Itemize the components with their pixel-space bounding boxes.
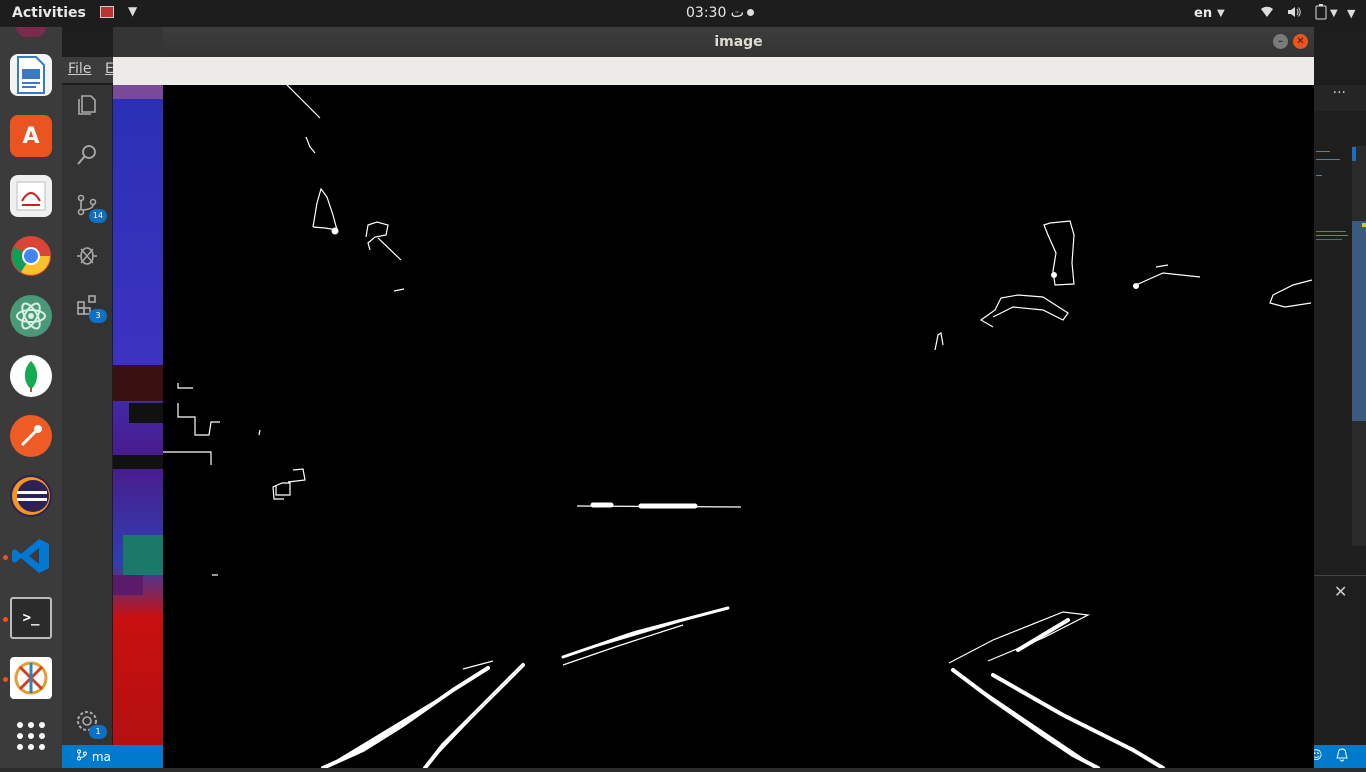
partial-app-icon[interactable] bbox=[16, 27, 46, 37]
panel-close-icon[interactable]: ✕ bbox=[1334, 582, 1347, 601]
search-icon[interactable] bbox=[75, 143, 99, 167]
running-indicator bbox=[3, 677, 8, 682]
app-menu-icon[interactable] bbox=[100, 6, 114, 18]
background-glitch-region bbox=[113, 85, 163, 768]
dock: A >_ bbox=[0, 27, 62, 768]
vscode-activity-bar: 14 3 1 bbox=[62, 85, 112, 745]
edge-detection-image bbox=[163, 84, 1313, 770]
debug-icon[interactable] bbox=[75, 243, 99, 267]
explorer-icon[interactable] bbox=[75, 93, 99, 117]
activities-button[interactable]: Activities bbox=[12, 5, 86, 21]
git-branch[interactable]: ma bbox=[76, 749, 111, 764]
notifications-bell-icon[interactable] bbox=[1336, 748, 1348, 765]
running-indicator bbox=[3, 555, 8, 560]
source-control-badge: 14 bbox=[89, 209, 107, 223]
vscode-panel: ✕ bbox=[1314, 575, 1366, 746]
volume-icon[interactable] bbox=[1286, 4, 1302, 24]
background-window-titlebar bbox=[113, 27, 163, 57]
show-applications-icon[interactable] bbox=[10, 715, 52, 757]
editor-tabs-more[interactable]: ··· bbox=[1314, 85, 1366, 111]
vscode-icon[interactable] bbox=[10, 535, 52, 577]
image-window-toolbar bbox=[163, 57, 1314, 86]
document-viewer-icon[interactable] bbox=[10, 175, 52, 217]
settings-gear-icon[interactable]: 1 bbox=[75, 709, 107, 739]
top-bar: Activities ▼ 03:30 ت en ▼ ▼ ▼ bbox=[0, 0, 1366, 27]
extensions-badge: 3 bbox=[89, 309, 107, 323]
notification-dot-icon bbox=[747, 9, 754, 16]
ubuntu-software-icon[interactable]: A bbox=[10, 115, 52, 157]
libreoffice-writer-icon[interactable] bbox=[10, 54, 52, 96]
mongodb-compass-icon[interactable] bbox=[10, 355, 52, 397]
atom-icon[interactable] bbox=[10, 295, 52, 337]
scrollbar-thumb[interactable] bbox=[1352, 221, 1366, 421]
close-button[interactable]: ✕ bbox=[1293, 34, 1308, 49]
battery-icon[interactable] bbox=[1314, 4, 1328, 24]
system-menu-chevron-icon[interactable]: ▼ bbox=[1347, 7, 1355, 20]
menu-file[interactable]: File bbox=[68, 61, 91, 77]
terminal-icon[interactable]: >_ bbox=[10, 597, 52, 639]
language-indicator[interactable]: en bbox=[1194, 6, 1212, 21]
git-branch-icon bbox=[77, 749, 87, 761]
running-indicator bbox=[3, 617, 8, 622]
window-title: image bbox=[714, 34, 763, 50]
git-branch-label: ma bbox=[91, 750, 111, 764]
minimize-button[interactable]: – bbox=[1273, 34, 1288, 49]
chevron-down-icon[interactable]: ▼ bbox=[1330, 8, 1338, 19]
extensions-icon[interactable]: 3 bbox=[75, 293, 107, 323]
settings-badge: 1 bbox=[89, 725, 107, 739]
vscode-menubar: File E bbox=[62, 57, 114, 83]
source-control-icon[interactable]: 14 bbox=[75, 193, 107, 223]
editor-minimap-region bbox=[1314, 111, 1366, 575]
wifi-icon[interactable] bbox=[1259, 4, 1275, 24]
image-window: image – ✕ bbox=[163, 27, 1314, 770]
image-window-titlebar[interactable]: image – ✕ bbox=[163, 27, 1314, 57]
background-window-toolbar bbox=[113, 57, 163, 85]
app-icon[interactable] bbox=[10, 657, 52, 699]
edge-image-canvas bbox=[163, 84, 1314, 770]
chrome-icon[interactable] bbox=[10, 235, 52, 277]
more-actions-icon[interactable]: ··· bbox=[1333, 85, 1346, 101]
clock[interactable]: 03:30 ت bbox=[686, 5, 744, 21]
postman-icon[interactable] bbox=[10, 415, 52, 457]
chevron-down-icon[interactable]: ▼ bbox=[1217, 8, 1225, 19]
eclipse-icon[interactable] bbox=[10, 475, 52, 517]
chevron-down-icon[interactable]: ▼ bbox=[128, 4, 137, 18]
